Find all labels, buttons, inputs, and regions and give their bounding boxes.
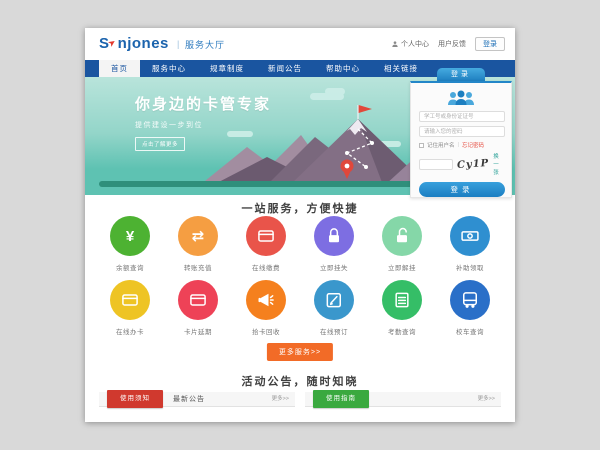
logo: S➤njones: [99, 35, 169, 52]
service-card-extension[interactable]: 卡片延期: [167, 280, 229, 336]
service-cancel-loss[interactable]: 立即解挂: [371, 216, 433, 272]
notice-panel-tabbar: 使用须知 最新公告 更多>>: [99, 392, 295, 407]
tab-latest-announcements[interactable]: 最新公告: [173, 392, 205, 407]
nav-item-news[interactable]: 新闻公告: [256, 60, 314, 77]
users-group-icon: [419, 90, 503, 106]
lock-icon: [324, 226, 344, 246]
service-online-payment[interactable]: 在线缴费: [235, 216, 297, 272]
tab-usage-notice[interactable]: 使用须知: [107, 390, 163, 408]
login-panel: 登录 记住用户名 | 忘记密码 Cy1P 换一张: [410, 68, 512, 198]
password-input[interactable]: [419, 126, 505, 137]
card-icon: [120, 290, 140, 310]
login-tab[interactable]: 登录: [437, 68, 485, 81]
login-submit-button[interactable]: 登录: [419, 182, 505, 197]
guide-panel-tabbar: 使用指南 更多>>: [305, 392, 501, 407]
nav-item-service-center[interactable]: 服务中心: [140, 60, 198, 77]
service-report-loss[interactable]: 立即挂失: [303, 216, 365, 272]
service-subsidy-collection[interactable]: 补助领取: [439, 216, 501, 272]
captcha-input[interactable]: [419, 159, 453, 170]
nav-item-rules[interactable]: 规章制度: [198, 60, 256, 77]
yen-icon: ¥: [126, 229, 134, 244]
services-section-title: 一站服务，方便快捷: [85, 200, 515, 216]
header-login-button[interactable]: 登录: [475, 37, 505, 51]
edit-icon: [324, 290, 344, 310]
tab-usage-guide[interactable]: 使用指南: [313, 390, 369, 408]
megaphone-icon: [256, 290, 276, 310]
captcha-refresh-link[interactable]: 换一张: [493, 152, 503, 176]
service-transfer-recharge[interactable]: ⇄ 转账充值: [167, 216, 229, 272]
notice-panel: 使用须知 最新公告 更多>>: [99, 392, 295, 407]
services-row-1: ¥ 余额查询 ⇄ 转账充值 在线缴费 立即挂失 立即解挂 补助领取: [99, 216, 501, 272]
nav-item-home[interactable]: 首页: [99, 60, 140, 77]
banknote-icon: [460, 226, 480, 246]
site-name: 服务大厅: [185, 38, 225, 51]
credit-card-icon: [256, 226, 276, 246]
username-input[interactable]: [419, 111, 505, 122]
service-bus-inquiry[interactable]: 校车查询: [439, 280, 501, 336]
notice-more-link[interactable]: 更多>>: [272, 392, 289, 407]
card-icon: [188, 290, 208, 310]
nav-item-help[interactable]: 帮助中心: [314, 60, 372, 77]
hero-title: 你身边的卡管专家: [135, 93, 271, 114]
service-card-recovery[interactable]: 拾卡回收: [235, 280, 297, 336]
forgot-password-link[interactable]: 忘记密码: [462, 141, 484, 149]
transfer-arrows-icon: ⇄: [192, 229, 205, 244]
service-online-booking[interactable]: 在线预订: [303, 280, 365, 336]
guide-more-link[interactable]: 更多>>: [478, 392, 495, 407]
hero-subtitle: 提供建设一步到位: [135, 120, 271, 130]
site-header: S➤njones | 服务大厅 个人中心 用户反馈 登录: [85, 28, 515, 60]
captcha-image: Cy1P: [457, 157, 490, 170]
service-portal-page: S➤njones | 服务大厅 个人中心 用户反馈 登录 首页 服务中心 规章制…: [85, 28, 515, 422]
user-icon: [391, 40, 399, 48]
hero-cta-button[interactable]: 点击了解更多: [135, 137, 185, 151]
feedback-link[interactable]: 用户反馈: [438, 39, 466, 49]
services-row-2: 在线办卡 卡片延期 拾卡回收 在线预订 考勤查询 校车查询: [99, 280, 501, 336]
service-online-card-apply[interactable]: 在线办卡: [99, 280, 161, 336]
attendance-list-icon: [392, 290, 412, 310]
more-services-button[interactable]: 更多服务>>: [267, 343, 333, 361]
activity-section-title: 活动公告，随时知晓: [85, 373, 515, 389]
service-attendance-inquiry[interactable]: 考勤查询: [371, 280, 433, 336]
personal-center-link[interactable]: 个人中心: [391, 39, 429, 49]
unlock-icon: [392, 226, 412, 246]
bus-icon: [460, 290, 480, 310]
guide-panel: 使用指南 更多>>: [305, 392, 501, 407]
remember-label: 记住用户名: [427, 141, 455, 149]
remember-checkbox[interactable]: [419, 143, 424, 148]
logo-divider: |: [177, 39, 179, 49]
service-balance-inquiry[interactable]: ¥ 余额查询: [99, 216, 161, 272]
